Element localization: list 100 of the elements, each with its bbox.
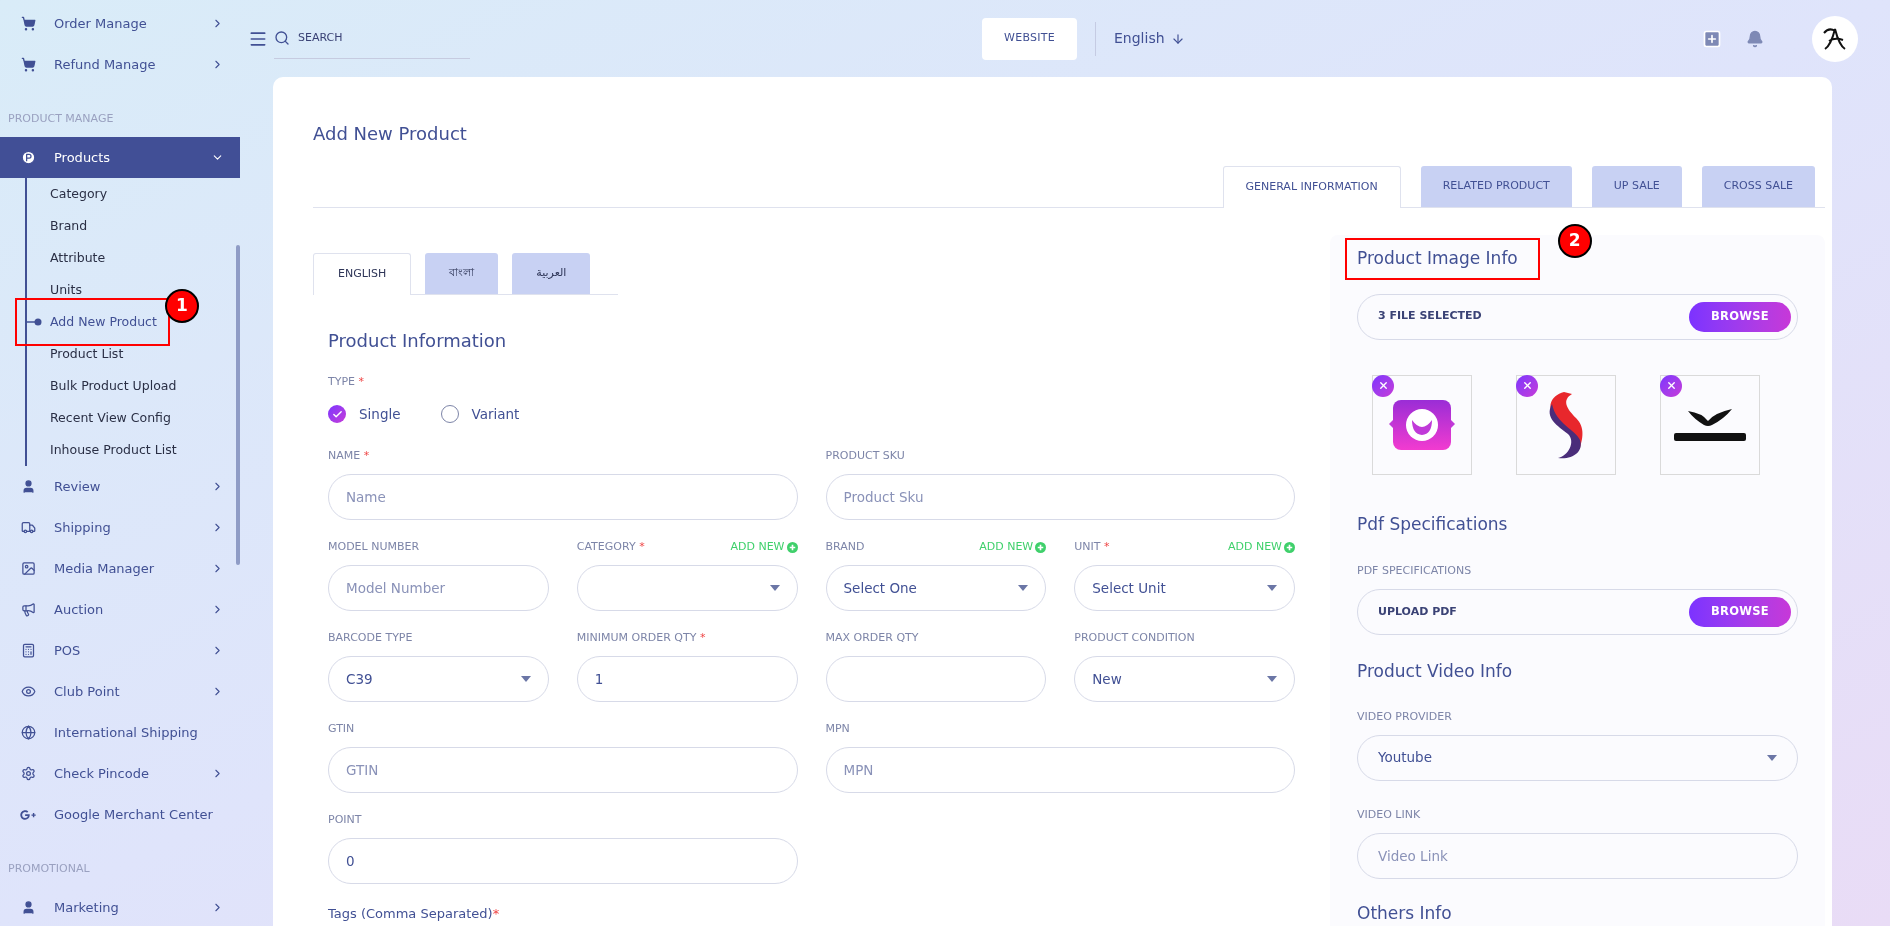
caret-icon	[1267, 676, 1277, 683]
caret-icon	[520, 676, 531, 683]
field-label: BARCODE TYPE	[328, 630, 413, 646]
field-label: MPN	[825, 721, 850, 737]
tab[interactable]: UP SALE	[1591, 166, 1682, 207]
user-icon	[20, 478, 36, 495]
sidebar-item[interactable]: Club Point	[0, 671, 240, 712]
field-label: NAME *	[328, 448, 370, 464]
input-field[interactable]: Product Sku	[825, 474, 1295, 521]
input-field[interactable]: MPN	[825, 747, 1295, 794]
truck-icon	[20, 519, 36, 536]
sidebar-item[interactable]: Auction	[0, 589, 240, 630]
cart-icon	[20, 15, 36, 32]
radio-button[interactable]	[328, 405, 346, 424]
radio-label: Variant	[471, 405, 520, 424]
sidebar-item[interactable]: Google Merchant Center	[0, 794, 240, 835]
browse-button[interactable]: BROWSE	[1689, 597, 1791, 627]
field-label: MAX ORDER QTY	[825, 630, 919, 646]
sidebar-item[interactable]: POS	[0, 630, 240, 671]
field-label: TYPE *	[328, 375, 365, 388]
close-icon	[1377, 380, 1389, 391]
website-button[interactable]: WEBSITE	[982, 17, 1077, 60]
sidebar-item[interactable]: Marketing	[0, 887, 240, 926]
submenu-item[interactable]: Product List	[50, 344, 124, 364]
field-label: VIDEO PROVIDER	[1357, 709, 1452, 723]
section-title: Product Image Info	[1357, 247, 1518, 270]
tab[interactable]: RELATED PRODUCT	[1420, 166, 1572, 207]
image-icon	[20, 560, 36, 577]
sidebar-item[interactable]: International Shipping	[0, 712, 240, 753]
close-icon	[1665, 380, 1677, 391]
plus-circle-icon	[1284, 541, 1295, 553]
add-icon[interactable]	[1702, 28, 1722, 49]
page-title: Add New Product	[313, 122, 468, 146]
language-tab[interactable]: বাংলা	[425, 253, 499, 294]
tab[interactable]: GENERAL INFORMATION	[1222, 166, 1401, 208]
input-field[interactable]: 0	[328, 838, 798, 885]
submenu-item[interactable]: Units	[50, 280, 82, 300]
avatar[interactable]	[1812, 15, 1858, 62]
remove-button[interactable]	[1516, 374, 1538, 397]
tab[interactable]: CROSS SALE	[1701, 166, 1815, 207]
input-field[interactable]: Video Link	[1357, 832, 1798, 879]
close-icon	[1521, 380, 1533, 391]
settings-icon	[20, 765, 36, 782]
input-field[interactable]: Name	[328, 474, 798, 521]
scrollbar[interactable]	[236, 245, 240, 565]
sidebar-item[interactable]: Check Pincode	[0, 753, 240, 794]
remove-button[interactable]	[1372, 374, 1394, 397]
field-label: Tags (Comma Separated)*	[328, 906, 500, 922]
input-field[interactable]	[825, 656, 1047, 703]
submenu-item[interactable]: Inhouse Product List	[50, 440, 177, 460]
sidebar-item[interactable]: Media Manager	[0, 548, 240, 589]
field-label: CATEGORY *	[576, 539, 645, 555]
check-icon	[331, 408, 343, 420]
sidebar-item[interactable]: Refund Manage	[0, 44, 240, 85]
callout-badge: 1	[165, 289, 199, 323]
submenu-item[interactable]: Category	[50, 184, 108, 204]
submenu-item[interactable]: Add New Product	[50, 312, 157, 332]
field-label: MINIMUM ORDER QTY *	[576, 630, 706, 646]
eye-icon	[20, 683, 36, 700]
field-label: POINT	[328, 812, 362, 828]
plus-circle-icon	[786, 541, 798, 553]
section-label: PROMOTIONAL	[8, 862, 90, 875]
sidebar-item[interactable]: Order Manage	[0, 3, 240, 44]
section-label: PRODUCT MANAGE	[8, 112, 114, 125]
section-title: Pdf Specifications	[1357, 512, 1509, 536]
field-label: MODEL NUMBER	[328, 539, 420, 555]
field-label: PRODUCT CONDITION	[1074, 630, 1195, 646]
sidebar-item[interactable]: Shipping	[0, 507, 240, 548]
remove-button[interactable]	[1660, 374, 1682, 397]
field-label: PDF SPECIFICATIONS	[1357, 564, 1472, 577]
globe-icon	[20, 724, 36, 741]
sidebar-item[interactable]: Products	[0, 137, 240, 178]
input-field[interactable]: Model Number	[328, 565, 549, 612]
submenu-item[interactable]: Attribute	[50, 248, 106, 268]
field-label: GTIN	[328, 721, 355, 737]
notification-icon[interactable]	[1746, 29, 1764, 48]
caret-icon	[1018, 585, 1029, 592]
browse-button[interactable]: BROWSE	[1689, 301, 1791, 332]
input-field[interactable]: GTIN	[328, 747, 798, 794]
language-selector[interactable]: English	[1114, 28, 1185, 49]
submenu-item[interactable]: Recent View Config	[50, 408, 171, 428]
field-label: BRAND	[825, 539, 865, 555]
callout-badge: 2	[1557, 224, 1592, 258]
language-tab[interactable]: العربية	[512, 253, 591, 294]
parking-icon	[20, 149, 36, 166]
submenu-item[interactable]: Brand	[50, 216, 88, 236]
field-label: PRODUCT SKU	[825, 448, 905, 464]
user-icon	[20, 899, 36, 916]
submenu-item[interactable]: Bulk Product Upload	[50, 376, 177, 396]
search-icon	[274, 30, 290, 46]
field-label: UNIT *	[1074, 539, 1110, 555]
language-tab[interactable]: ENGLISH	[313, 253, 412, 295]
plus-circle-icon	[1035, 541, 1047, 553]
caret-icon	[1767, 754, 1777, 761]
input-field[interactable]: 1	[576, 656, 798, 703]
search-field[interactable]: SEARCH	[298, 29, 470, 47]
connector-dot-icon	[25, 318, 42, 326]
section-title: Product Video Info	[1357, 660, 1514, 683]
sidebar-item[interactable]: Review	[0, 466, 240, 507]
field-label: VIDEO LINK	[1357, 807, 1421, 821]
